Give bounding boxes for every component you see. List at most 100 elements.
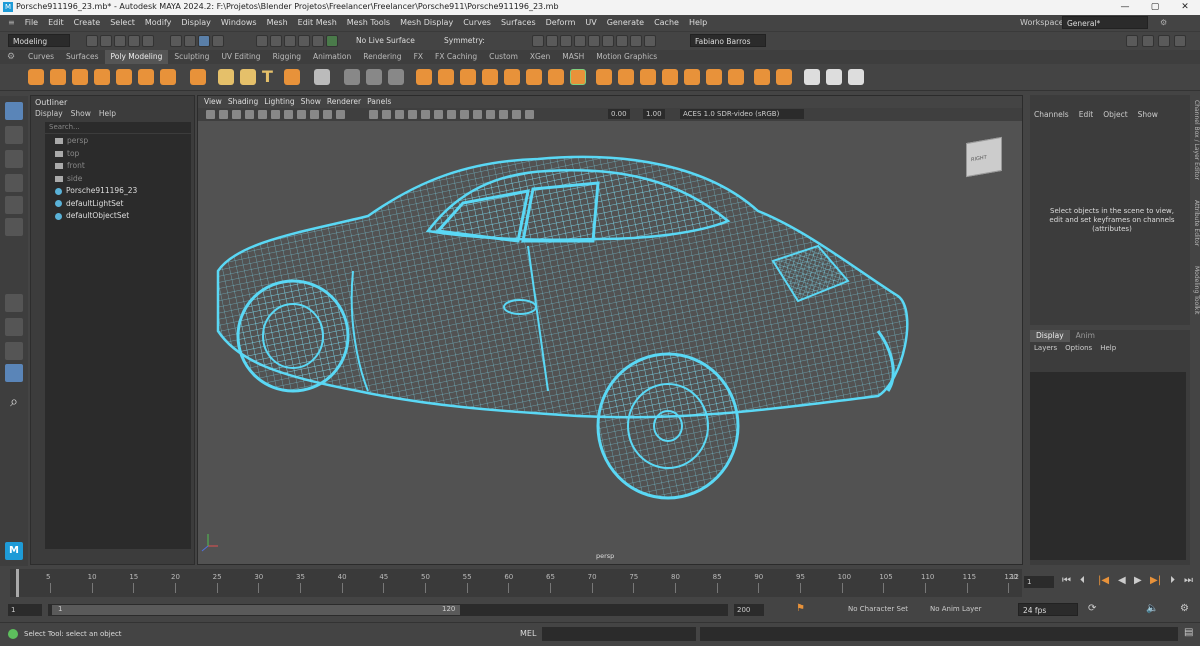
- xray-joints-icon[interactable]: [512, 110, 521, 119]
- undo-icon[interactable]: [128, 35, 140, 47]
- menu-modify[interactable]: Modify: [140, 15, 177, 30]
- render-settings-icon[interactable]: [574, 35, 586, 47]
- merge-icon[interactable]: [618, 69, 634, 85]
- snap-grid-icon[interactable]: [256, 35, 268, 47]
- outliner-menu-show[interactable]: Show: [71, 109, 91, 118]
- menu-mesh[interactable]: Mesh: [262, 15, 293, 30]
- render-current-icon[interactable]: [546, 35, 558, 47]
- loop-icon[interactable]: ⟳: [1088, 603, 1096, 614]
- platonic-solid-icon[interactable]: [190, 69, 206, 85]
- shelf-tab-custom[interactable]: Custom: [483, 50, 524, 64]
- symmetry-dropdown[interactable]: Symmetry: Off: [440, 34, 502, 58]
- super-shape-icon[interactable]: [218, 69, 234, 85]
- textured-icon[interactable]: [408, 110, 417, 119]
- shelf-tab-xgen[interactable]: XGen: [524, 50, 556, 64]
- snap-point-icon[interactable]: [284, 35, 296, 47]
- select-component-icon[interactable]: [198, 35, 210, 47]
- viewport-menu-renderer[interactable]: Renderer: [327, 96, 361, 108]
- paint-select-tool-icon[interactable]: [5, 150, 23, 168]
- anim-layer-dropdown[interactable]: No Anim Layer: [930, 605, 981, 613]
- outliner-layout-icon[interactable]: [5, 364, 23, 382]
- gamma-field[interactable]: 1.00: [643, 109, 665, 119]
- bridge-icon[interactable]: [526, 69, 542, 85]
- outliner-item[interactable]: persp: [55, 136, 88, 145]
- wedge-icon[interactable]: [684, 69, 700, 85]
- outliner-search-input[interactable]: Search...: [45, 122, 191, 133]
- menu-mesh-display[interactable]: Mesh Display: [395, 15, 458, 30]
- bevel-icon[interactable]: [548, 69, 564, 85]
- mash-icon[interactable]: [314, 69, 330, 85]
- two-view-layout-icon[interactable]: [5, 342, 23, 360]
- snap-plane-icon[interactable]: [298, 35, 310, 47]
- poly-cube-icon[interactable]: [50, 69, 66, 85]
- poly-plane-icon[interactable]: [138, 69, 154, 85]
- camera-attr-icon[interactable]: [219, 110, 228, 119]
- viewport-menu-view[interactable]: View: [204, 96, 222, 108]
- render-setup-icon[interactable]: [602, 35, 614, 47]
- snap-live-icon[interactable]: [326, 35, 338, 47]
- auto-key-icon[interactable]: ⚑: [796, 603, 805, 614]
- select-object-icon[interactable]: [184, 35, 196, 47]
- fill-hole-icon[interactable]: [570, 69, 586, 85]
- channel-box-menu-edit[interactable]: Edit: [1079, 110, 1094, 119]
- extrude-icon[interactable]: [504, 69, 520, 85]
- viewport-menu-shading[interactable]: Shading: [228, 96, 258, 108]
- shelf-tab-uv-editing[interactable]: UV Editing: [215, 50, 266, 64]
- collapse-icon[interactable]: [640, 69, 656, 85]
- live-surface-dropdown[interactable]: No Live Surface: [352, 34, 424, 47]
- target-weld-icon[interactable]: [848, 69, 864, 85]
- rear-wheel[interactable]: [596, 352, 740, 500]
- circularize-icon[interactable]: [706, 69, 722, 85]
- poly-sphere-icon[interactable]: [28, 69, 44, 85]
- go-to-start-icon[interactable]: ⏮: [1062, 575, 1071, 586]
- boolean-intersect-icon[interactable]: [460, 69, 476, 85]
- menu-file[interactable]: File: [20, 15, 43, 30]
- colorspace-dropdown[interactable]: ACES 1.0 SDR-video (sRGB): [680, 109, 804, 119]
- boolean-union-icon[interactable]: [416, 69, 432, 85]
- search-icon[interactable]: ⌕: [5, 394, 23, 412]
- append-poly-icon[interactable]: [596, 69, 612, 85]
- channel-box-menu-object[interactable]: Object: [1103, 110, 1127, 119]
- current-time-marker[interactable]: [16, 569, 19, 597]
- time-slider[interactable]: 5 10 15 20 25 30 35 40 45 50 55 60 65 70 75 80 85 90 95 100…: [0, 569, 1200, 599]
- close-button[interactable]: ✕: [1170, 0, 1200, 15]
- shelf-tab-fx[interactable]: FX: [408, 50, 429, 64]
- type-tool-icon[interactable]: T: [262, 67, 278, 86]
- separate-icon[interactable]: [366, 69, 382, 85]
- motion-blur-icon[interactable]: [460, 110, 469, 119]
- grid-icon[interactable]: [258, 110, 267, 119]
- lock-selection-icon[interactable]: [212, 35, 224, 47]
- sidetab-modeling-toolkit[interactable]: Modeling Toolkit: [1190, 266, 1200, 314]
- shelf-tab-curves[interactable]: Curves: [22, 50, 60, 64]
- user-account-dropdown[interactable]: Fabiano Barros: [690, 34, 766, 47]
- animation-end-field[interactable]: 200: [734, 604, 764, 616]
- shadows-icon[interactable]: [434, 110, 443, 119]
- menu-help[interactable]: Help: [684, 15, 712, 30]
- menu-uv[interactable]: UV: [580, 15, 601, 30]
- current-frame-field[interactable]: 1: [1024, 576, 1054, 588]
- play-back-icon[interactable]: ◀: [1118, 575, 1126, 586]
- poly-cylinder-icon[interactable]: [72, 69, 88, 85]
- resolution-gate-icon[interactable]: [284, 110, 293, 119]
- next-key-icon[interactable]: ▶|: [1150, 575, 1161, 586]
- maximize-button[interactable]: ▢: [1140, 0, 1170, 15]
- lasso-tool-icon[interactable]: [5, 126, 23, 144]
- poly-cone-icon[interactable]: [94, 69, 110, 85]
- menu-curves[interactable]: Curves: [458, 15, 496, 30]
- four-view-layout-icon[interactable]: [5, 318, 23, 336]
- toggle-panel-icon-3[interactable]: [1158, 35, 1170, 47]
- channel-box-menu-show[interactable]: Show: [1138, 110, 1158, 119]
- menuset-dropdown[interactable]: Modeling: [8, 34, 70, 47]
- menu-select[interactable]: Select: [105, 15, 140, 30]
- boolean-difference-icon[interactable]: [438, 69, 454, 85]
- xray-icon[interactable]: [499, 110, 508, 119]
- shelf-tab-fx-caching[interactable]: FX Caching: [429, 50, 483, 64]
- outliner-item[interactable]: top: [55, 149, 79, 158]
- menu-create[interactable]: Create: [69, 15, 106, 30]
- step-back-icon[interactable]: ⏴: [1080, 575, 1085, 586]
- camera-select-icon[interactable]: [206, 110, 215, 119]
- wireframe-icon[interactable]: [369, 110, 378, 119]
- menu-edit[interactable]: Edit: [43, 15, 69, 30]
- default-material-icon[interactable]: [395, 110, 404, 119]
- menu-toggle-icon[interactable]: ≡: [0, 15, 20, 30]
